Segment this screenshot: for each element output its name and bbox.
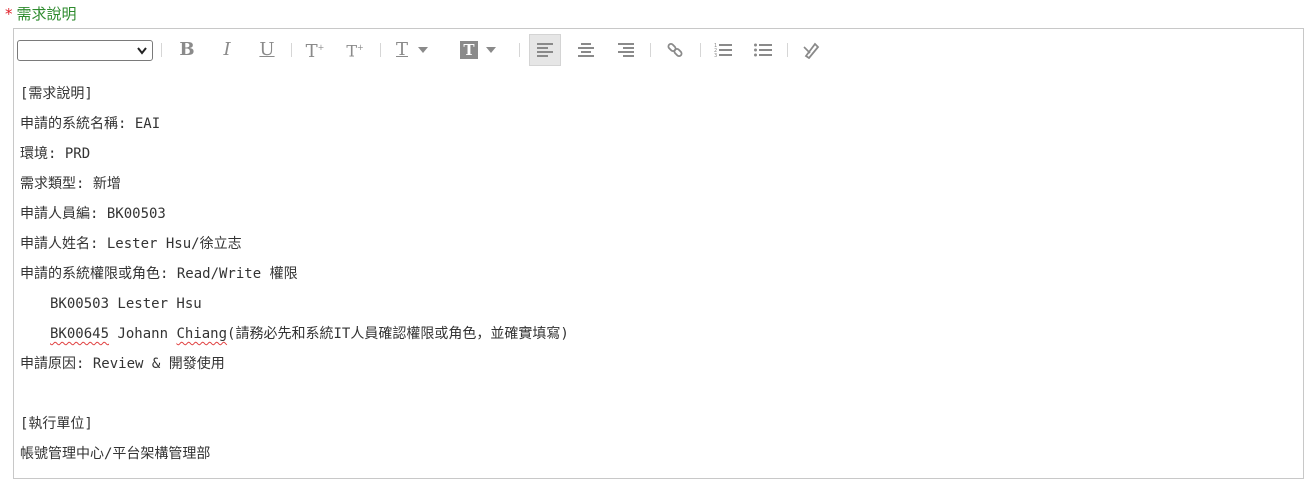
content-text: (請務必先和系統IT人員確認權限或角色，並確實填寫) xyxy=(227,326,569,342)
required-mark: * xyxy=(5,5,13,23)
content-line: 申請的系統名稱: EAI xyxy=(20,116,161,132)
content-line: BK00503 Lester Hsu xyxy=(50,296,202,312)
bold-icon: B xyxy=(179,39,195,60)
content-line: [執行單位] xyxy=(20,416,93,432)
italic-button[interactable]: I xyxy=(212,35,242,65)
content-line: 申請人員編: BK00503 xyxy=(20,206,166,222)
background-color-icon: T xyxy=(460,41,478,59)
content-line: BK00645 Johann Chiang(請務必先和系統IT人員確認權限或角色… xyxy=(20,323,1295,353)
bold-button[interactable]: B xyxy=(172,35,202,65)
align-left-button[interactable] xyxy=(529,34,561,66)
underline-button[interactable]: U xyxy=(252,35,282,65)
content-text: Johann xyxy=(117,326,169,342)
remove-format-button[interactable] xyxy=(797,35,827,65)
link-icon xyxy=(667,43,683,57)
toolbar-separator xyxy=(291,43,292,57)
field-label-text: 需求說明 xyxy=(16,5,77,23)
align-center-button[interactable] xyxy=(571,35,601,65)
unordered-list-button[interactable] xyxy=(748,35,778,65)
font-format-select[interactable] xyxy=(17,40,153,61)
subscript-button[interactable]: T+ xyxy=(340,35,370,65)
underline-icon: U xyxy=(259,39,275,60)
content-line: [需求說明] xyxy=(20,86,93,102)
field-label: * 需求說明 xyxy=(5,4,77,24)
ordered-list-button[interactable]: 1 2 3 xyxy=(708,35,738,65)
toolbar-separator xyxy=(161,43,162,57)
content-line: 環境: PRD xyxy=(20,146,91,162)
text-color-icon: T xyxy=(396,39,409,60)
toolbar-separator xyxy=(519,43,520,57)
chevron-down-icon xyxy=(135,43,149,58)
italic-icon: I xyxy=(223,39,231,60)
align-center-icon xyxy=(578,43,594,57)
editor-toolbar: B I U T+ T+ T T 1 2 3 xyxy=(14,29,1303,71)
content-line: 需求類型: 新增 xyxy=(20,176,121,192)
align-right-button[interactable] xyxy=(611,35,641,65)
align-right-icon xyxy=(618,43,634,57)
content-line xyxy=(20,383,1295,413)
toolbar-separator xyxy=(700,43,701,57)
toolbar-separator xyxy=(380,43,381,57)
content-line: 申請人姓名: Lester Hsu/徐立志 xyxy=(20,236,242,252)
text-color-button[interactable]: T xyxy=(390,35,440,65)
spellcheck-word: BK00645 xyxy=(50,326,110,342)
align-left-icon xyxy=(537,43,553,57)
content-line: 申請的系統權限或角色: Read/Write 權限 xyxy=(20,266,298,282)
content-line: 帳號管理中心/平台架構管理部 xyxy=(20,446,211,462)
link-button[interactable] xyxy=(660,35,690,65)
toolbar-separator xyxy=(787,43,788,57)
svg-text:3: 3 xyxy=(714,53,717,58)
remove-format-icon xyxy=(803,42,820,59)
caret-down-icon xyxy=(418,47,429,53)
ordered-list-icon: 1 2 3 xyxy=(714,43,732,58)
superscript-icon: T+ xyxy=(305,41,325,62)
toolbar-separator xyxy=(650,43,651,57)
caret-down-icon xyxy=(486,47,496,53)
content-line: 申請原因: Review & 開發使用 xyxy=(20,356,225,372)
background-color-button[interactable]: T xyxy=(456,35,506,65)
unordered-list-icon xyxy=(754,43,772,57)
rich-text-editor: B I U T+ T+ T T 1 2 3 [需求說明] 申請的系統名稱: EA… xyxy=(13,28,1304,479)
spellcheck-word: Chiang xyxy=(176,326,228,342)
superscript-button[interactable]: T+ xyxy=(300,35,330,65)
subscript-icon: T+ xyxy=(346,41,364,61)
editor-content[interactable]: [需求說明] 申請的系統名稱: EAI 環境: PRD 需求類型: 新增 申請人… xyxy=(20,83,1295,473)
